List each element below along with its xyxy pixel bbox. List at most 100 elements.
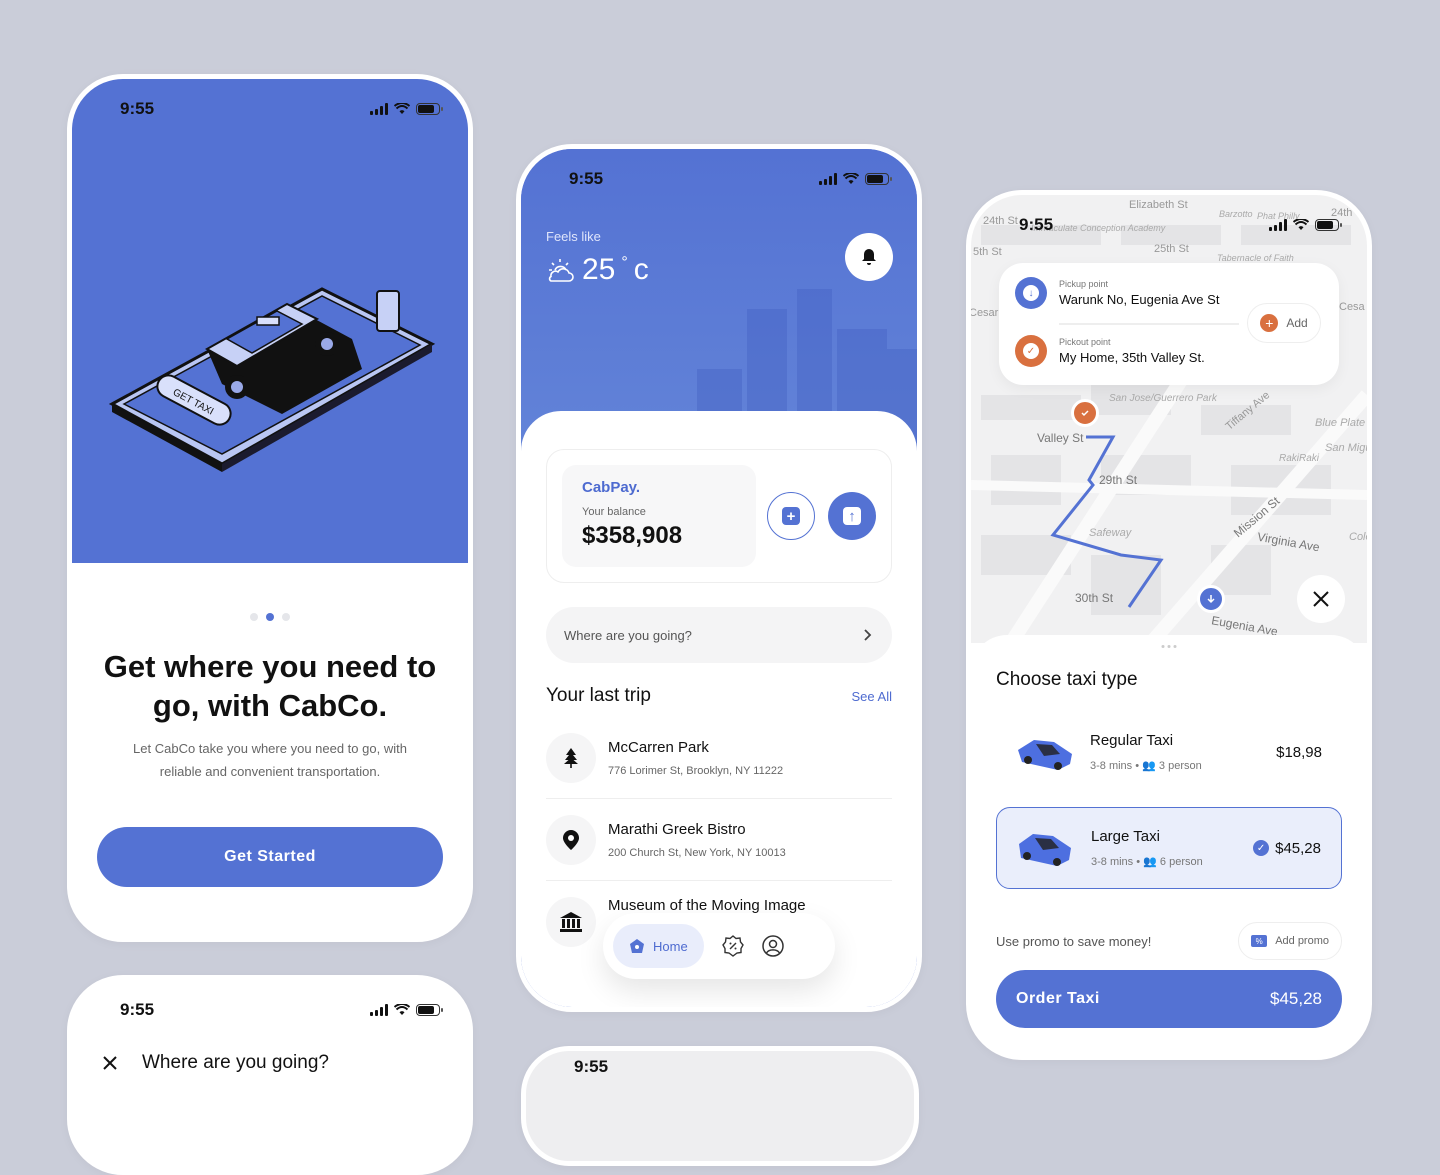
home-icon [630, 939, 644, 953]
partly-sunny-icon [548, 259, 574, 282]
status-time: 9:55 [120, 99, 155, 118]
pickout-field[interactable]: ✓ Pickout point My Home, 35th Valley St. [1015, 335, 1205, 367]
battery-icon [416, 1004, 443, 1016]
wifi-icon [394, 1004, 410, 1015]
pickout-label: Pickout point [1059, 337, 1111, 347]
bell-icon [862, 249, 876, 265]
home-screen: 9:55 Feels like 25 ° c CabPay. Your balanc… [516, 144, 922, 1012]
home-sheet: CabPay. Your balance $358,908 + ↑ Where … [521, 411, 917, 1007]
taxi-capacity: 6 person [1159, 856, 1203, 868]
trip-address: 200 Church St, New York, NY 10013 [608, 846, 786, 859]
map-label: Cesar [971, 307, 999, 319]
order-price: $45,28 [1270, 989, 1322, 1008]
taxi-sheet: Choose taxi type Regular Taxi 3-8 mins •… [971, 635, 1367, 1055]
nav-home[interactable]: Home [613, 924, 704, 968]
people-icon: 👥 [1142, 760, 1156, 772]
status-bar: 9:55 [971, 195, 1367, 255]
taxi-name: Large Taxi [1091, 828, 1160, 845]
profile-icon[interactable] [761, 935, 784, 957]
promo-text: Use promo to save money! [996, 933, 1152, 949]
plus-icon: + [782, 507, 800, 525]
add-stop-button[interactable]: + Add [1247, 303, 1321, 343]
trip-address: 776 Lorimer St, Brooklyn, NY 11222 [608, 764, 784, 777]
taxi-option-large[interactable]: Large Taxi 3-8 mins • 👥 6 person ✓ $45,2… [996, 807, 1342, 889]
taxi-price: $45,28 [1275, 839, 1321, 857]
map-label: San Jose/Guerrero Park [1109, 393, 1217, 404]
close-button[interactable] [1297, 575, 1345, 623]
status-bar: 9:55 [72, 980, 468, 1040]
plus-circle-icon: + [1260, 314, 1279, 332]
arrow-up-icon: ↑ [843, 507, 861, 525]
onboarding-screen: GET TAXI 9:55 Get where you need to go, … [67, 74, 473, 942]
taxi-option-regular[interactable]: Regular Taxi 3-8 mins • 👥 3 person $18,9… [996, 711, 1342, 793]
battery-icon [1315, 219, 1342, 231]
museum-icon [560, 912, 582, 932]
map-label: San Miguel [1325, 442, 1367, 454]
add-promo-button[interactable]: % Add promo [1238, 922, 1342, 960]
close-icon[interactable] [102, 1055, 118, 1071]
trip-name: Marathi Greek Bistro [608, 820, 746, 838]
send-button[interactable]: ↑ [828, 492, 876, 540]
signal-icon [1269, 219, 1287, 231]
see-all-link[interactable]: See All [852, 689, 892, 704]
pickout-value: My Home, 35th Valley St. [1059, 350, 1205, 365]
top-up-button[interactable]: + [767, 492, 815, 540]
trip-item[interactable]: McCarren Park 776 Lorimer St, Brooklyn, N… [546, 717, 892, 799]
destination-marker[interactable] [1071, 399, 1099, 427]
hero-illustration: GET TAXI [72, 79, 468, 563]
page-indicator [72, 613, 468, 621]
temperature: 25 ° c [546, 253, 649, 287]
temperature-unit: c [633, 253, 649, 286]
destination-search-input[interactable]: Where are you going? [546, 607, 892, 663]
map-label: Safeway [1089, 527, 1132, 539]
get-started-button[interactable]: Get Started [97, 827, 443, 887]
page-dot[interactable] [282, 613, 290, 621]
search-screen-title: Where are you going? [142, 1052, 329, 1073]
battery-icon [416, 103, 443, 115]
trip-name: Museum of the Moving Image [608, 897, 806, 914]
map-label: Cole [1349, 531, 1367, 543]
last-trip-title: Your last trip [546, 685, 651, 706]
cabpay-card: CabPay. Your balance $358,908 + ↑ [546, 449, 892, 583]
onboarding-title: Get where you need to go, with CabCo. [103, 649, 437, 723]
add-promo-label: Add promo [1275, 935, 1329, 947]
page-dot-active[interactable] [266, 613, 274, 621]
taxi-eta: 3-8 mins [1091, 856, 1134, 868]
wifi-icon [1293, 219, 1309, 230]
sheet-title: Choose taxi type [996, 669, 1138, 690]
pickup-marker[interactable] [1197, 585, 1225, 613]
route-card: ↓ Pickup point Warunk No, Eugenia Ave St … [999, 263, 1339, 385]
divider [1059, 323, 1239, 325]
wifi-icon [843, 173, 859, 184]
map-label: 30th St [1075, 591, 1114, 605]
location-pin-icon [563, 829, 579, 850]
trip-item[interactable]: Marathi Greek Bistro 200 Church St, New Y… [546, 799, 892, 881]
map-screen-preview: 9:55 [521, 1046, 919, 1166]
drag-handle[interactable] [1161, 645, 1177, 648]
page-dot[interactable] [250, 613, 258, 621]
status-time: 9:55 [120, 1000, 155, 1019]
promo-badge-icon[interactable] [721, 935, 744, 957]
taxi-name: Regular Taxi [1090, 732, 1174, 749]
map-label: RakiRaki [1279, 453, 1320, 464]
feels-like-label: Feels like [546, 229, 601, 244]
order-label: Order Taxi [1016, 990, 1100, 1007]
notifications-button[interactable] [845, 233, 893, 281]
car-icon [1018, 740, 1072, 770]
onboarding-subtitle: Let CabCo take you where you need to go,… [133, 741, 407, 779]
cabpay-brand: CabPay. [582, 479, 641, 496]
temperature-value: 25 [582, 253, 616, 286]
selected-check-icon: ✓ [1253, 840, 1270, 856]
taxi-price: $18,98 [1276, 743, 1322, 761]
pickout-icon: ✓ [1015, 335, 1047, 367]
car-icon [1019, 834, 1071, 866]
order-taxi-button[interactable]: Order Taxi $45,28 [996, 970, 1342, 1028]
pickup-field[interactable]: ↓ Pickup point Warunk No, Eugenia Ave St [1015, 277, 1219, 309]
map-label: 29th St [1099, 473, 1138, 487]
map-label: Valley St [1037, 431, 1084, 445]
shield-check-icon [1081, 410, 1089, 417]
arrow-down-icon [1207, 595, 1215, 604]
tree-icon [564, 747, 578, 768]
balance-label: Your balance [582, 506, 646, 518]
status-time: 9:55 [1019, 215, 1054, 234]
